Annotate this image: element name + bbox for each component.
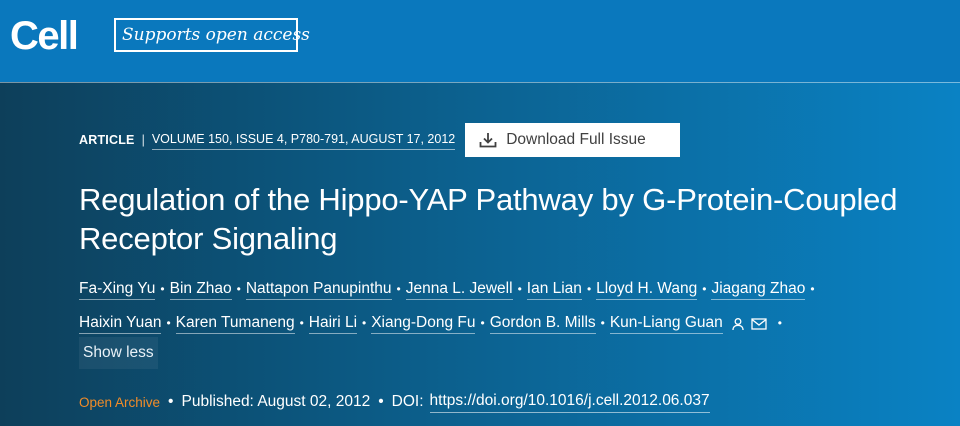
open-access-badge[interactable]: Supports open access xyxy=(114,18,310,52)
divider xyxy=(0,82,960,83)
author-link[interactable]: Kun-Liang Guan xyxy=(609,314,723,334)
author-separator: • xyxy=(362,316,367,330)
author-separator: • xyxy=(702,282,707,296)
author-separator: • xyxy=(600,316,605,330)
author-link[interactable]: Lloyd H. Wang xyxy=(596,280,698,300)
author-separator: • xyxy=(396,282,401,296)
author-separator: • xyxy=(517,282,522,296)
meta-separator: | xyxy=(141,133,145,147)
author-link[interactable]: Jenna L. Jewell xyxy=(405,280,513,300)
author-line: Haixin Yuan • Karen Tumaneng • Hairi Li • Xian… xyxy=(79,314,949,334)
article-header: Cell Supports open access ARTICLE | VOLU… xyxy=(0,0,960,426)
author-link[interactable]: Fa-Xing Yu xyxy=(79,280,156,300)
author-separator: • xyxy=(299,316,304,330)
author-separator: • xyxy=(160,282,165,296)
corresponding-author-icons xyxy=(731,317,773,331)
mail-icon[interactable] xyxy=(751,317,767,330)
show-less-button[interactable]: Show less xyxy=(79,337,158,369)
download-full-issue-button[interactable]: Download Full Issue xyxy=(465,123,681,157)
download-icon xyxy=(479,132,506,148)
cell-logo[interactable]: Cell xyxy=(10,12,79,60)
footer-separator: • xyxy=(168,393,174,410)
article-title: Regulation of the Hippo-YAP Pathway by G… xyxy=(79,182,898,256)
author-link[interactable]: Bin Zhao xyxy=(169,280,232,300)
author-link[interactable]: Hairi Li xyxy=(308,314,358,334)
author-separator: • xyxy=(586,282,592,296)
download-button-label: Download Full Issue xyxy=(506,131,646,148)
issue-citation-link[interactable]: VOLUME 150, ISSUE 4, P780-791, AUGUST 17… xyxy=(151,131,456,150)
author-separator: • xyxy=(810,282,815,296)
author-list: Fa-Xing Yu • Bin Zhao • Nattapon Panupinthu •… xyxy=(79,280,949,334)
journal-topbar: Cell Supports open access xyxy=(0,0,960,82)
doi-label: DOI: xyxy=(391,393,424,410)
author-separator: • xyxy=(236,282,241,296)
publication-info: Open Archive • Published: August 02, 201… xyxy=(79,390,710,414)
author-link[interactable]: Jiagang Zhao xyxy=(711,280,806,300)
author-separator: • xyxy=(480,316,485,330)
footer-separator: • xyxy=(378,393,384,410)
article-type: ARTICLE xyxy=(79,133,135,147)
author-separator: • xyxy=(777,316,782,330)
author-link[interactable]: Ian Lian xyxy=(526,280,582,300)
author-link[interactable]: Xiang-Dong Fu xyxy=(371,314,476,334)
open-archive-label[interactable]: Open Archive xyxy=(79,395,160,410)
person-icon[interactable] xyxy=(731,317,745,331)
doi-link[interactable]: https://doi.org/10.1016/j.cell.2012.06.0… xyxy=(429,392,710,413)
author-separator: • xyxy=(166,316,171,330)
author-link[interactable]: Haixin Yuan xyxy=(79,314,162,334)
author-line: Fa-Xing Yu • Bin Zhao • Nattapon Panupinthu •… xyxy=(79,280,949,300)
article-meta: ARTICLE | VOLUME 150, ISSUE 4, P780-791,… xyxy=(79,123,681,157)
author-link[interactable]: Karen Tumaneng xyxy=(175,314,295,334)
published-date: Published: August 02, 2012 xyxy=(181,393,371,410)
author-link[interactable]: Gordon B. Mills xyxy=(489,314,596,334)
author-link[interactable]: Nattapon Panupinthu xyxy=(245,280,392,300)
